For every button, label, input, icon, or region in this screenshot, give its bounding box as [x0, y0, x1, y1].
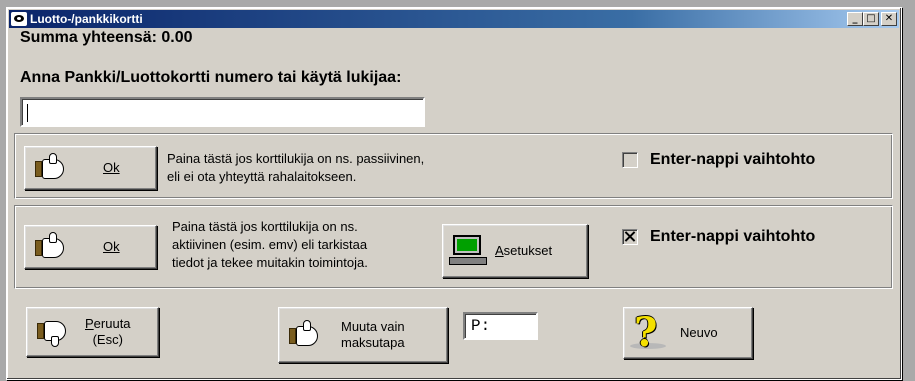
enter-checkbox-label: Enter-nappi vaihtohto — [650, 228, 816, 245]
description-line: tiedot ja tekee muitakin toimintoja. — [172, 255, 368, 270]
close-button[interactable]: ✕ — [881, 12, 897, 26]
computer-icon — [449, 235, 489, 267]
settings-button[interactable]: Asetukset — [442, 224, 588, 278]
help-label: Neuvo — [680, 325, 718, 340]
description-line: eli ei ota yhteyttä rahalaitokseen. — [167, 169, 357, 184]
change-payment-method-button[interactable]: Muuta vain maksutapa — [278, 307, 448, 363]
enter-checkbox-checked[interactable] — [622, 229, 638, 245]
minimize-button[interactable]: _ — [847, 12, 863, 26]
ok-label: Ok — [103, 160, 120, 175]
maximize-button[interactable]: □ — [863, 12, 879, 26]
active-enter-toggle[interactable]: Enter-nappi vaihtohto — [622, 228, 815, 246]
passive-description: Paina tästä jos korttilukija on ns. pass… — [167, 150, 424, 186]
description-line: aktiivinen (esim. emv) eli tarkistaa — [172, 237, 368, 252]
question-mark-icon: ? — [630, 309, 670, 356]
active-description: Paina tästä jos korttilukija on ns. akti… — [172, 218, 368, 272]
description-line: Paina tästä jos korttilukija on ns. — [172, 219, 358, 234]
passive-enter-toggle[interactable]: Enter-nappi vaihtohto — [622, 151, 815, 169]
card-number-input[interactable] — [20, 97, 425, 127]
active-ok-button[interactable]: Ok — [24, 225, 157, 269]
ok-label: Ok — [103, 239, 120, 254]
change-payment-label-line1: Muuta vain — [341, 319, 405, 334]
payment-code-field[interactable]: P: — [463, 312, 538, 340]
change-payment-label-line2: maksutapa — [341, 335, 405, 350]
card-number-prompt: Anna Pankki/Luottokortti numero tai käyt… — [20, 69, 402, 86]
eye-icon — [11, 12, 27, 26]
total-sum-label: Summa yhteensä: 0.00 — [20, 29, 193, 46]
help-button[interactable]: ? Neuvo — [623, 307, 753, 359]
description-line: Paina tästä jos korttilukija on ns. pass… — [167, 151, 425, 166]
passive-ok-button[interactable]: Ok — [24, 146, 157, 190]
thumbs-up-icon — [289, 320, 323, 348]
thumbs-up-icon — [35, 153, 69, 181]
cancel-button[interactable]: Peruuta (Esc) — [26, 307, 159, 357]
thumbs-up-icon — [35, 232, 69, 260]
enter-checkbox-unchecked[interactable] — [622, 152, 638, 168]
enter-checkbox-label: Enter-nappi vaihtohto — [650, 151, 816, 168]
window-title: Luotto-/pankkikortti — [30, 12, 143, 26]
text-caret — [27, 104, 28, 122]
title-bar[interactable]: Luotto-/pankkikortti _ □ ✕ — [9, 10, 899, 28]
settings-label: Asetukset — [495, 243, 553, 258]
cancel-label: Peruuta — [85, 316, 131, 331]
thumbs-down-icon — [37, 319, 71, 347]
cancel-shortcut-label: (Esc) — [92, 332, 123, 347]
